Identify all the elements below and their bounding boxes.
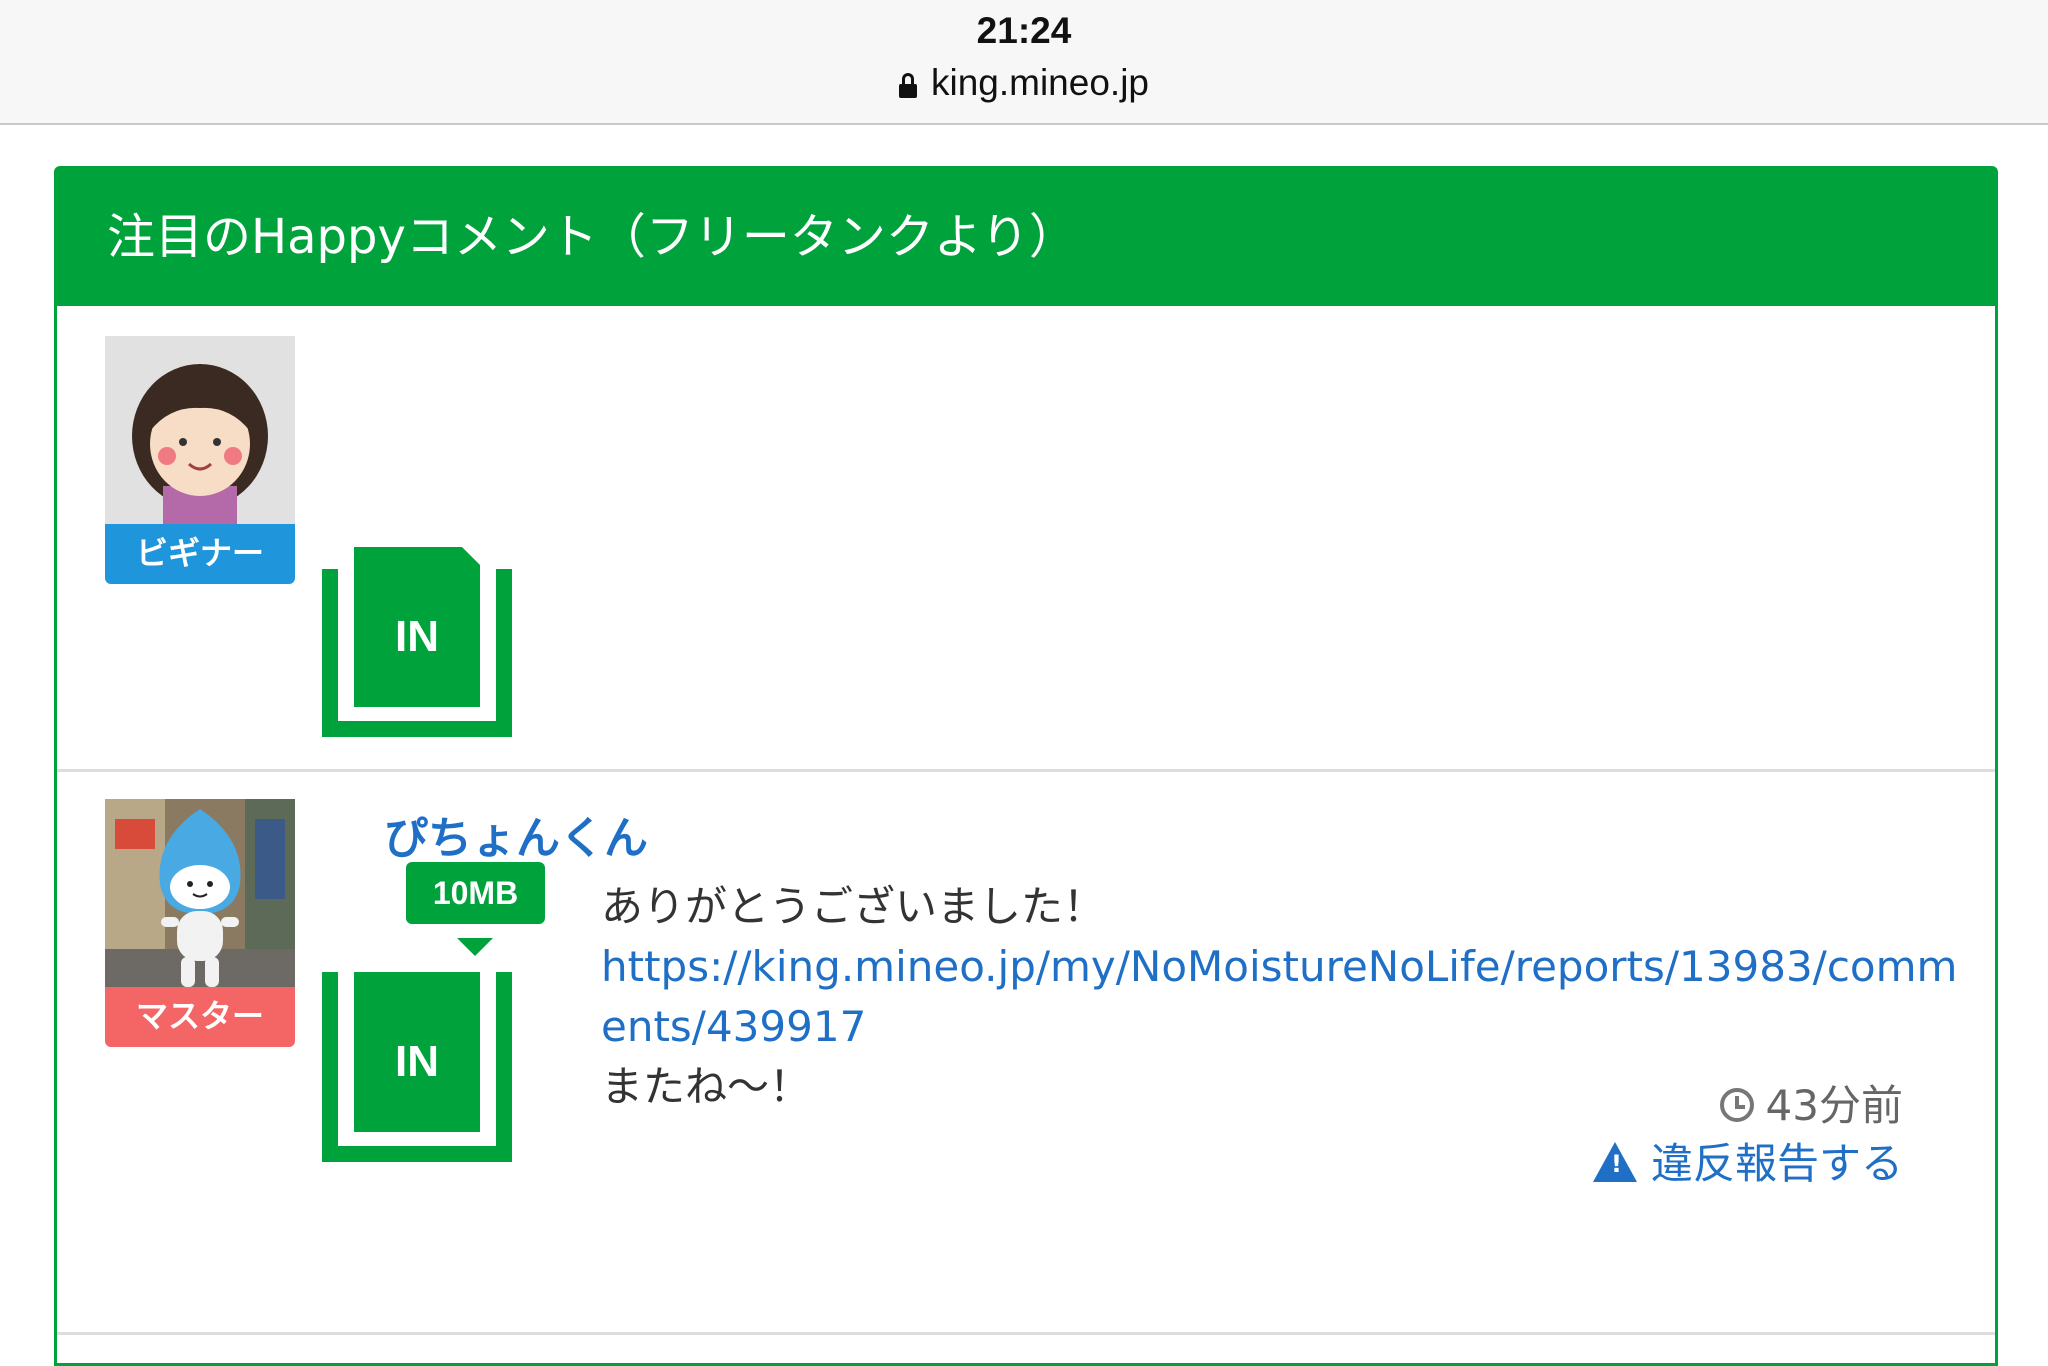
avatar[interactable]: ビギナー (105, 336, 295, 584)
address-bar[interactable]: king.mineo.jp (0, 62, 2048, 104)
lock-icon (898, 73, 917, 98)
comment-entry: ビギナー IN (57, 306, 1995, 772)
in-badge: IN (322, 972, 512, 1162)
in-badge: IN (322, 547, 512, 737)
rank-badge: ビギナー (105, 524, 295, 584)
amount-tag: 10MB (406, 862, 545, 924)
report-link[interactable]: ! 違反報告する (1592, 1130, 1903, 1191)
avatar-image-girl (105, 336, 295, 526)
browser-status-bar: 21:24 king.mineo.jp (0, 0, 2048, 125)
rank-badge: マスター (105, 987, 295, 1047)
username-link[interactable]: ぴちょんくん (384, 802, 648, 866)
clock-icon (1719, 1088, 1754, 1122)
amount-arrow-icon (457, 938, 493, 956)
warning-icon: ! (1592, 1142, 1637, 1182)
panel-title: 注目のHappyコメント（フリータンクより） (57, 169, 1995, 306)
avatar-image-mascot (105, 799, 295, 989)
comment-link[interactable]: https://king.mineo.jp/my/NoMoistureNoLif… (601, 937, 1961, 1057)
status-time: 21:24 (976, 10, 1072, 51)
comment-text: ありがとうございました！ (601, 882, 1106, 931)
comment-entry: マスター ぴちょんくん 10MB IN ありがとうございました！ https:/… (57, 772, 1995, 1335)
url-text: king.mineo.jp (930, 62, 1149, 103)
timestamp: 43分前 (1719, 1072, 1903, 1133)
happy-comments-panel: 注目のHappyコメント（フリータンクより） ビギナー IN マスター ぴちょん… (54, 166, 1998, 1366)
avatar[interactable]: マスター (105, 799, 295, 1047)
